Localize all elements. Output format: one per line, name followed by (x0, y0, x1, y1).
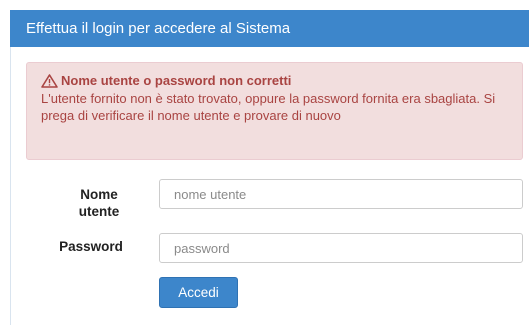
alert-message: L'utente fornito non è stato trovato, op… (41, 91, 496, 123)
username-label-line1: Nome (80, 187, 118, 202)
warning-triangle-icon (41, 73, 58, 88)
error-alert: Nome utente o password non corretti L'ut… (26, 62, 523, 160)
username-label: Nome utente (60, 186, 138, 220)
alert-title-row: Nome utente o password non corretti (41, 72, 508, 89)
username-label-line2: utente (78, 204, 120, 219)
alert-title: Nome utente o password non corretti (61, 73, 292, 88)
login-button[interactable]: Accedi (159, 277, 238, 308)
password-label: Password (59, 239, 123, 254)
panel-title: Effettua il login per accedere al Sistem… (10, 10, 529, 47)
password-input[interactable] (159, 233, 523, 263)
username-input[interactable] (159, 179, 523, 209)
login-panel (10, 10, 529, 325)
